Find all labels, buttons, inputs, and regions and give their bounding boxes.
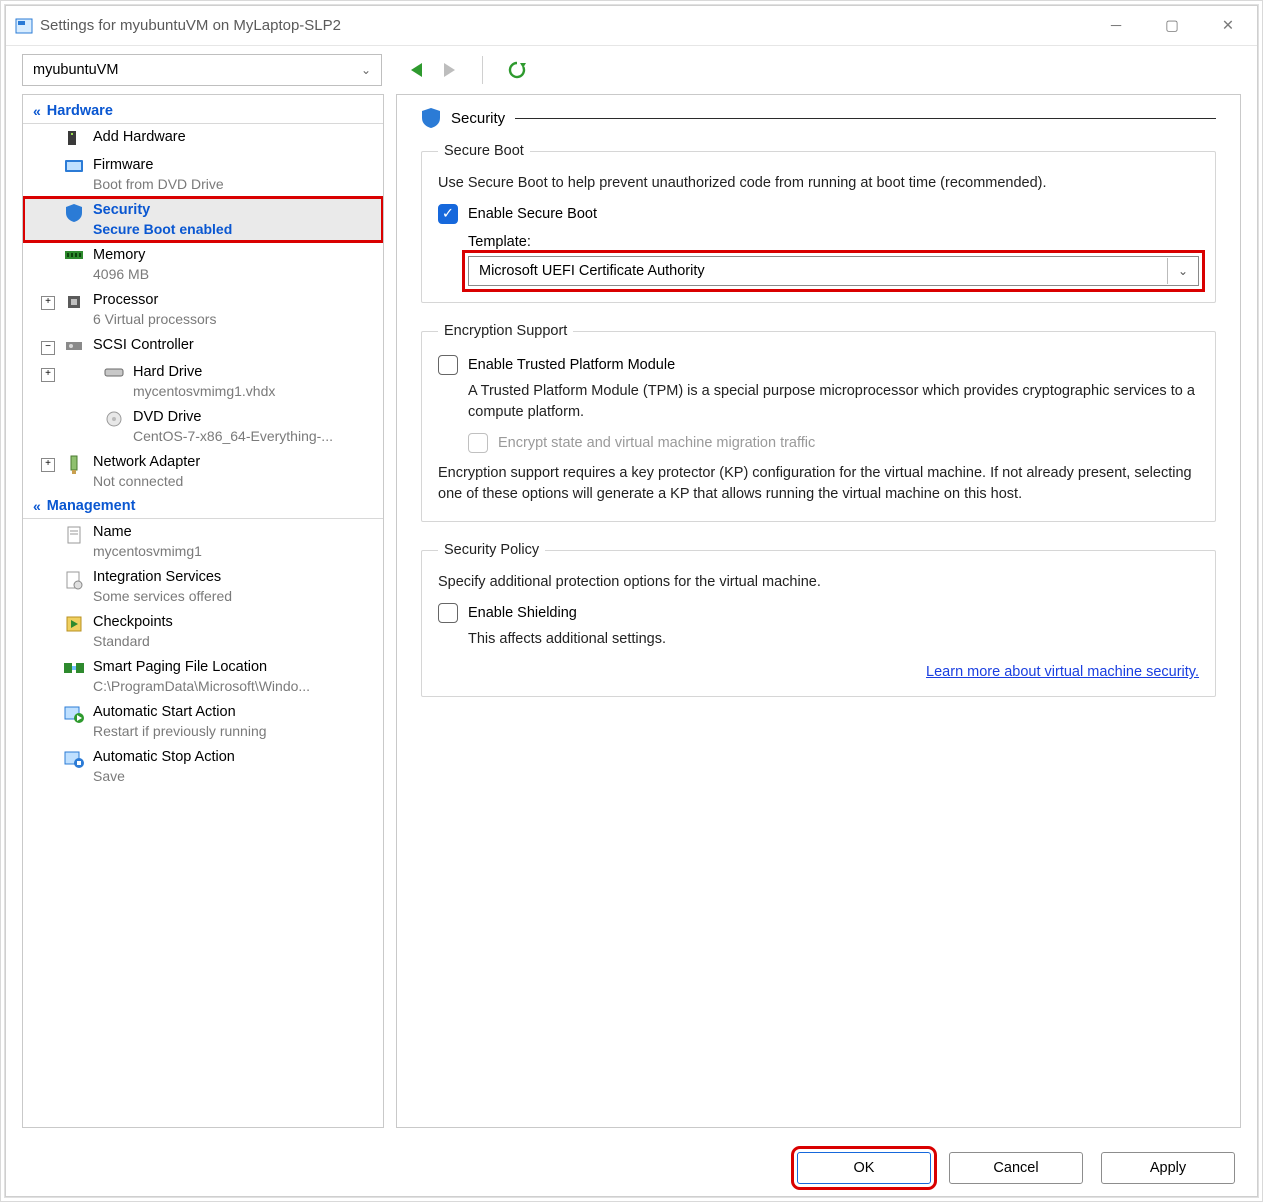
nic-icon — [63, 453, 85, 475]
ok-button[interactable]: OK — [797, 1152, 931, 1184]
scsi-icon — [63, 336, 85, 354]
tree-firmware[interactable]: Firmware Boot from DVD Drive — [23, 152, 383, 197]
chevron-down-icon: ⌄ — [1167, 258, 1198, 284]
vm-selector[interactable]: myubuntuVM ⌄ — [22, 54, 382, 86]
enable-shielding-checkbox[interactable]: Enable Shielding — [438, 603, 1199, 623]
dialog-footer: OK Cancel Apply — [6, 1140, 1257, 1196]
group-secure-boot: Secure Boot Use Secure Boot to help prev… — [421, 143, 1216, 303]
tree-auto-stop[interactable]: Automatic Stop Action Save — [23, 744, 383, 789]
group-encryption: Encryption Support Enable Trusted Platfo… — [421, 323, 1216, 522]
smart-paging-icon — [63, 658, 85, 676]
maximize-button[interactable]: ▢ — [1157, 18, 1187, 34]
tree-dvd-drive[interactable]: DVD Drive CentOS-7-x86_64-Everything-... — [23, 404, 383, 449]
section-management[interactable]: « Management — [23, 494, 383, 519]
minimize-button[interactable]: ─ — [1101, 18, 1131, 34]
tree-memory[interactable]: Memory 4096 MB — [23, 242, 383, 287]
integration-icon — [63, 568, 85, 590]
encrypt-traffic-checkbox: Encrypt state and virtual machine migrat… — [468, 433, 1199, 453]
enable-shielding-label: Enable Shielding — [468, 605, 577, 621]
group-security-policy: Security Policy Specify additional prote… — [421, 542, 1216, 697]
nav-back-button[interactable] — [408, 61, 426, 79]
section-management-label: Management — [47, 498, 136, 514]
checkpoints-icon — [63, 613, 85, 633]
tree-processor[interactable]: Processor 6 Virtual processors — [23, 287, 383, 332]
template-combobox[interactable]: Microsoft UEFI Certificate Authority ⌄ — [468, 256, 1199, 286]
encryption-legend: Encryption Support — [438, 323, 573, 339]
shield-icon — [63, 201, 85, 223]
tree-auto-start[interactable]: Automatic Start Action Restart if previo… — [23, 699, 383, 744]
tree-smart-paging[interactable]: Smart Paging File Location C:\ProgramDat… — [23, 654, 383, 699]
tpm-desc: A Trusted Platform Module (TPM) is a spe… — [468, 381, 1199, 423]
learn-more-link[interactable]: Learn more about virtual machine securit… — [926, 664, 1199, 680]
titlebar: Settings for myubuntuVM on MyLaptop-SLP2… — [6, 6, 1257, 46]
checkbox-unchecked-icon — [438, 603, 458, 623]
dvd-icon — [103, 408, 125, 428]
secure-boot-desc: Use Secure Boot to help prevent unauthor… — [438, 173, 1199, 194]
tree-name[interactable]: Name mycentosvmimg1 — [23, 519, 383, 564]
enable-secure-boot-checkbox[interactable]: ✓ Enable Secure Boot — [438, 204, 1199, 224]
auto-start-icon — [63, 703, 85, 723]
checkbox-checked-icon: ✓ — [438, 204, 458, 224]
collapse-icon: « — [33, 103, 41, 119]
cancel-button[interactable]: Cancel — [949, 1152, 1083, 1184]
tree-hard-drive[interactable]: Hard Drive mycentosvmimg1.vhdx — [23, 359, 383, 404]
policy-legend: Security Policy — [438, 542, 545, 558]
settings-tree[interactable]: « Hardware Add Hardware Firmware Boot fr… — [22, 94, 384, 1128]
window-title: Settings for myubuntuVM on MyLaptop-SLP2 — [40, 17, 341, 34]
tree-checkpoints[interactable]: Checkpoints Standard — [23, 609, 383, 654]
memory-icon — [63, 246, 85, 262]
app-icon — [14, 16, 34, 36]
section-hardware-label: Hardware — [47, 103, 113, 119]
tree-security[interactable]: Security Secure Boot enabled — [23, 197, 383, 242]
add-hardware-icon — [63, 128, 85, 148]
tree-integration-services[interactable]: Integration Services Some services offer… — [23, 564, 383, 609]
enable-tpm-checkbox[interactable]: Enable Trusted Platform Module — [438, 355, 1199, 375]
detail-pane: Security Secure Boot Use Secure Boot to … — [396, 94, 1241, 1128]
tree-scsi-controller[interactable]: SCSI Controller — [23, 332, 383, 359]
enable-secure-boot-label: Enable Secure Boot — [468, 206, 597, 222]
chevron-down-icon: ⌄ — [361, 63, 371, 77]
tree-network-adapter[interactable]: Network Adapter Not connected — [23, 449, 383, 494]
encrypt-traffic-label: Encrypt state and virtual machine migrat… — [498, 435, 815, 451]
checkbox-unchecked-icon — [438, 355, 458, 375]
shield-icon — [421, 107, 441, 129]
enable-tpm-label: Enable Trusted Platform Module — [468, 357, 675, 373]
collapse-icon: « — [33, 498, 41, 514]
template-value: Microsoft UEFI Certificate Authority — [479, 263, 705, 279]
section-hardware[interactable]: « Hardware — [23, 99, 383, 124]
hdd-icon — [103, 363, 125, 379]
detail-heading: Security — [451, 110, 505, 127]
auto-stop-icon — [63, 748, 85, 768]
shielding-note: This affects additional settings. — [468, 629, 1199, 650]
encryption-note: Encryption support requires a key protec… — [438, 463, 1199, 505]
secure-boot-legend: Secure Boot — [438, 143, 530, 159]
firmware-icon — [63, 156, 85, 174]
checkbox-disabled-icon — [468, 433, 488, 453]
cpu-icon — [63, 291, 85, 311]
nav-forward-button[interactable] — [440, 61, 458, 79]
apply-button[interactable]: Apply — [1101, 1152, 1235, 1184]
toolbar-divider — [482, 56, 483, 84]
tree-add-hardware[interactable]: Add Hardware — [23, 124, 383, 152]
close-button[interactable]: ✕ — [1213, 18, 1243, 34]
template-label: Template: — [468, 234, 1199, 250]
name-icon — [63, 523, 85, 545]
divider — [515, 118, 1216, 119]
policy-desc: Specify additional protection options fo… — [438, 572, 1199, 593]
refresh-button[interactable] — [507, 60, 527, 80]
vm-selector-value: myubuntuVM — [33, 62, 118, 78]
